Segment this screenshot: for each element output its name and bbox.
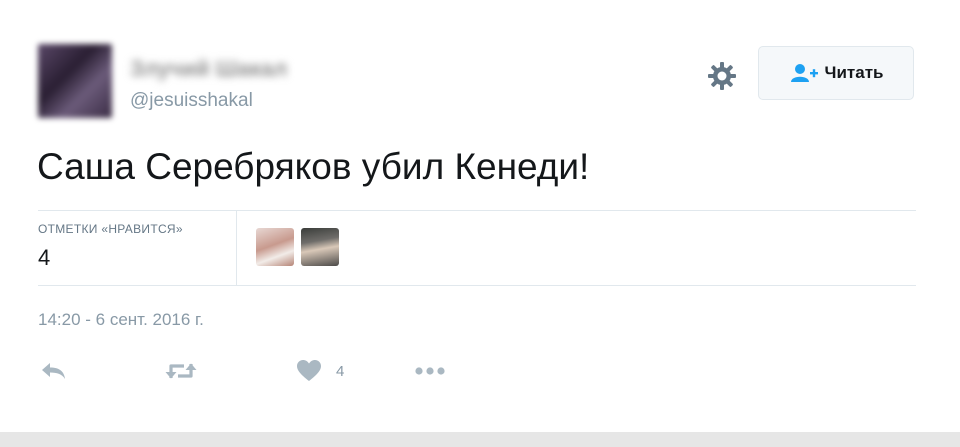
reply-icon: [42, 363, 65, 379]
page-footer-strip: [0, 432, 960, 447]
follow-button[interactable]: Читать: [758, 46, 914, 100]
heart-icon: [297, 360, 321, 381]
follow-user-icon: [790, 64, 818, 82]
liker-avatar[interactable]: [301, 228, 339, 266]
like-count: 4: [336, 362, 345, 380]
more-button[interactable]: [414, 356, 446, 386]
follow-label: Читать: [824, 63, 884, 82]
tweet-text: Саша Серебряков убил Кенеди!: [37, 146, 590, 187]
timestamp[interactable]: 14:20 - 6 сент. 2016 г.: [38, 310, 204, 330]
divider: [38, 210, 916, 211]
likes-count[interactable]: 4: [38, 245, 50, 271]
retweet-icon: [165, 363, 197, 379]
gear-icon[interactable]: [706, 60, 738, 92]
likes-label: ОТМЕТКИ «НРАВИТСЯ»: [38, 222, 183, 236]
reply-button[interactable]: [40, 356, 68, 386]
tweet-card: Злучий Шакал @jesuisshakal Читать Саша С…: [0, 0, 960, 432]
retweet-button[interactable]: [164, 356, 198, 386]
stat-separator: [236, 211, 237, 285]
avatar[interactable]: [38, 44, 112, 118]
user-handle[interactable]: @jesuisshakal: [130, 90, 253, 112]
more-icon: [415, 367, 445, 375]
display-name[interactable]: Злучий Шакал: [130, 56, 287, 81]
like-button[interactable]: 4: [296, 356, 344, 386]
liker-avatar[interactable]: [256, 228, 294, 266]
divider: [38, 285, 916, 286]
